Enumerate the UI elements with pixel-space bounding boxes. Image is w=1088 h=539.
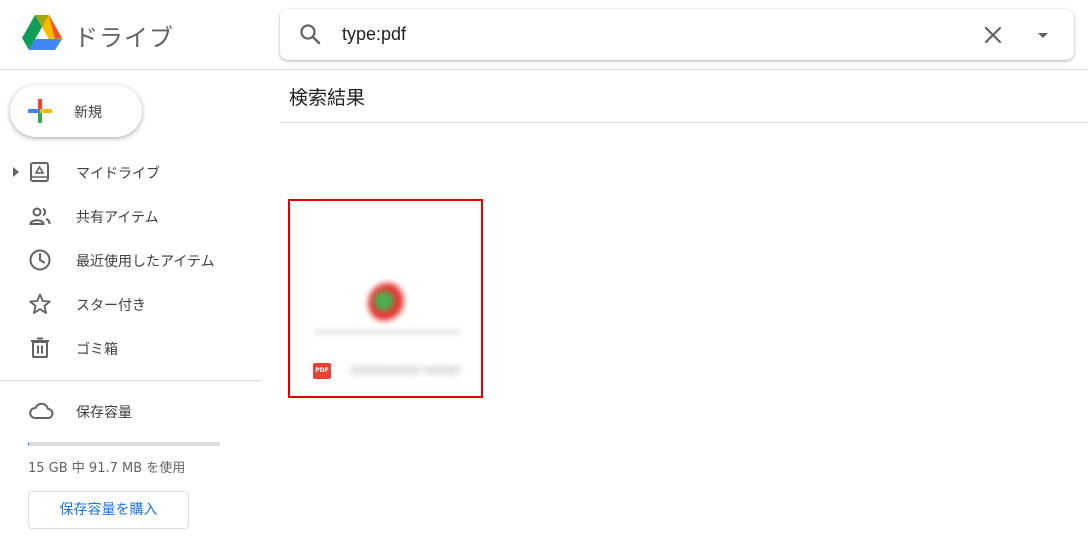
app-title[interactable]: ドライブ <box>74 18 174 53</box>
file-thumbnail <box>368 283 408 323</box>
file-name[interactable]: •••••••••• ••••• <box>350 364 460 378</box>
sidebar-item-label: 最近使用したアイテム <box>76 254 215 270</box>
plus-icon <box>28 99 52 123</box>
sidebar-item-starred[interactable]: スター付き <box>0 282 262 326</box>
sidebar-item-label: スター付き <box>76 298 146 314</box>
close-icon[interactable] <box>980 22 1006 48</box>
search-input[interactable] <box>342 20 942 48</box>
sidebar-item-storage[interactable]: 保存容量 <box>0 389 262 433</box>
expand-arrow-icon[interactable] <box>11 166 21 178</box>
sidebar-item-label: マイドライブ <box>76 166 160 182</box>
pdf-icon: PDF <box>313 363 331 379</box>
main-divider <box>280 122 1088 123</box>
storage-usage-text: 15 GB 中 91.7 MB を使用 <box>28 461 186 476</box>
sidebar-divider <box>0 380 262 381</box>
google-drive-logo-icon[interactable] <box>22 15 62 51</box>
shared-people-icon <box>29 207 51 225</box>
page-title: 検索結果 <box>289 87 366 109</box>
new-button[interactable]: 新規 <box>10 85 142 137</box>
sidebar-item-label: ゴミ箱 <box>76 342 118 358</box>
sidebar-item-trash[interactable]: ゴミ箱 <box>0 326 262 370</box>
search-bar[interactable] <box>280 9 1074 60</box>
search-icon[interactable] <box>298 22 322 46</box>
sidebar-item-label: 共有アイテム <box>76 210 159 226</box>
dropdown-arrow-icon[interactable] <box>1030 22 1056 48</box>
storage-label: 保存容量 <box>76 405 132 421</box>
star-icon <box>29 293 51 314</box>
storage-usage-bar <box>28 442 220 446</box>
sidebar-item-my-drive[interactable]: マイドライブ <box>0 150 262 194</box>
trash-icon <box>31 337 49 358</box>
sidebar-item-recent[interactable]: 最近使用したアイテム <box>0 238 262 282</box>
clock-icon <box>29 249 51 271</box>
sidebar-nav: マイドライブ 共有アイテム 最近使用したアイテム スター付き ゴミ箱 <box>0 150 262 370</box>
cloud-icon <box>29 402 54 419</box>
file-thumbnail-text <box>314 329 460 335</box>
buy-storage-button[interactable]: 保存容量を購入 <box>28 491 189 529</box>
sidebar-item-shared[interactable]: 共有アイテム <box>0 194 262 238</box>
top-bar: ドライブ <box>0 0 1088 70</box>
my-drive-icon <box>30 162 49 182</box>
file-card[interactable]: PDF •••••••••• ••••• <box>288 199 483 398</box>
new-button-label: 新規 <box>74 105 102 121</box>
storage-usage-fill <box>28 442 30 446</box>
